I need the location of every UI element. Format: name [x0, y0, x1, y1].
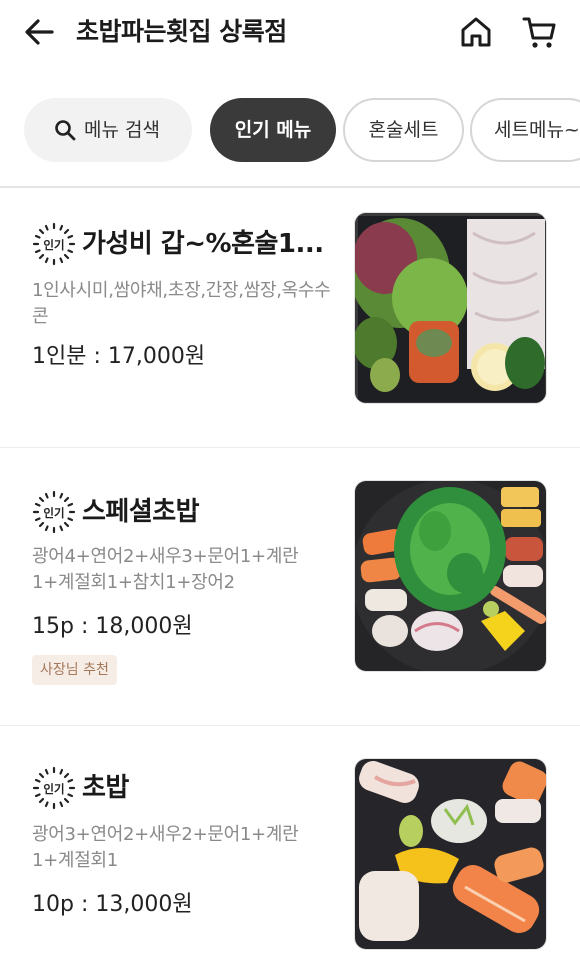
- tab-set-menu[interactable]: 세트메뉴~: [470, 98, 580, 162]
- category-chip-bar: 메뉴 검색 인기 메뉴 혼술세트 세트메뉴~: [0, 96, 580, 164]
- menu-item-description: 광어4+연어2+새우3+문어1+계란1+계절회1+참치1+장어2: [32, 546, 299, 593]
- menu-search-label: 메뉴 검색: [84, 119, 160, 141]
- menu-item-price: 10p : 13,000원: [32, 892, 193, 917]
- menu-item-name: 가성비 갑~%혼술1...: [82, 229, 324, 259]
- menu-item[interactable]: 인기 가성비 갑~%혼술1... 1인사시미,쌈야채,초장,간장,쌈장,옥수수콘…: [0, 212, 580, 446]
- menu-item-price: 1인분 : 17,000원: [32, 344, 206, 369]
- popular-badge-icon: 인기: [32, 222, 76, 266]
- owner-recommend-badge: 사장님 추천: [32, 655, 117, 685]
- menu-item-name: 초밥: [82, 773, 129, 803]
- menu-item-photo: [354, 212, 547, 404]
- header-divider: [0, 186, 580, 188]
- menu-item-price: 15p : 18,000원: [32, 614, 193, 639]
- menu-search-chip[interactable]: 메뉴 검색: [24, 98, 192, 162]
- app-header: 초밥파는횟집 상록점: [0, 0, 580, 66]
- home-button[interactable]: [458, 14, 494, 50]
- menu-item-description: 광어3+연어2+새우2+문어1+계란1+계절회1: [32, 824, 299, 871]
- section-divider: [0, 725, 580, 726]
- cart-button[interactable]: [521, 14, 557, 50]
- menu-item-photo: [354, 758, 547, 950]
- popular-badge-icon: 인기: [32, 490, 76, 534]
- menu-item-photo: [354, 480, 547, 672]
- tab-popular-menu[interactable]: 인기 메뉴: [210, 98, 336, 162]
- tab-solo-set[interactable]: 혼술세트: [343, 98, 464, 162]
- menu-item-description: 1인사시미,쌈야채,초장,간장,쌈장,옥수수콘: [32, 280, 331, 327]
- menu-item[interactable]: 인기 스페셜초밥 광어4+연어2+새우3+문어1+계란1+계절회1+참치1+장어…: [0, 480, 580, 724]
- store-title: 초밥파는횟집 상록점: [76, 17, 287, 46]
- section-divider: [0, 447, 580, 448]
- search-icon: [55, 120, 76, 141]
- menu-item[interactable]: 인기 초밥 광어3+연어2+새우2+문어1+계란1+계절회1 10p : 13,…: [0, 758, 580, 980]
- arrow-left-icon: [25, 19, 54, 45]
- popular-badge-label: 인기: [43, 506, 64, 520]
- cart-icon: [522, 17, 556, 48]
- popular-badge-icon: 인기: [32, 766, 76, 810]
- home-icon: [461, 17, 491, 47]
- popular-badge-label: 인기: [43, 238, 64, 252]
- popular-badge-label: 인기: [43, 782, 64, 796]
- back-button[interactable]: [22, 14, 58, 50]
- menu-item-name: 스페셜초밥: [82, 497, 200, 527]
